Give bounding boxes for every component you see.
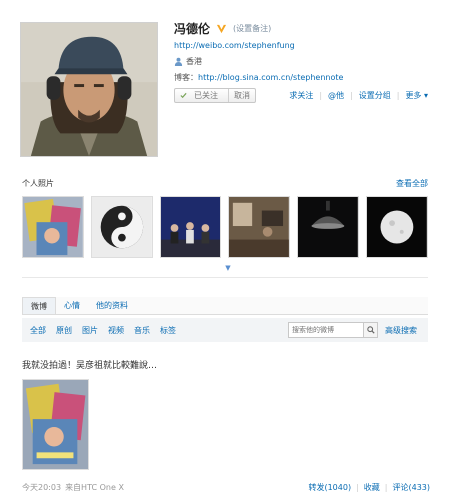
photo-thumbnail[interactable]	[22, 196, 84, 258]
photo-thumbnail[interactable]	[297, 196, 360, 258]
action-divider: |	[319, 91, 323, 100]
view-all-photos-link[interactable]: 查看全部	[396, 178, 428, 189]
filter-images[interactable]: 图片	[82, 325, 98, 336]
favorite-link[interactable]: 收藏	[364, 482, 380, 493]
action-divider: |	[356, 483, 359, 492]
advanced-search-link[interactable]: 高级搜索	[385, 325, 417, 336]
photo-thumbnail[interactable]	[228, 196, 291, 258]
post-image[interactable]	[22, 379, 89, 470]
chevron-down-icon: ▾	[423, 91, 428, 100]
followed-label: 已关注	[194, 91, 218, 100]
more-label: 更多	[405, 91, 422, 100]
follow-status-group: 已关注 取消	[174, 88, 256, 103]
moon-ball-image	[367, 197, 427, 257]
check-icon	[180, 92, 187, 99]
indoor-room-image	[229, 197, 290, 257]
profile-name: 冯德伦	[174, 21, 211, 36]
post-actions: 转发(1040) | 收藏 | 评论(433)	[308, 482, 430, 493]
action-divider: |	[396, 91, 400, 100]
location-text: 香港	[186, 57, 202, 66]
profile-tabs: 微博 心情 他的资料	[22, 297, 428, 315]
blog-label: 博客：	[174, 73, 198, 82]
set-note-link[interactable]: (设置备注)	[233, 23, 271, 34]
profile-actions: 求关注 | @他 | 设置分组 | 更多 ▾	[289, 90, 428, 101]
mention-link[interactable]: @他	[328, 90, 344, 101]
profile-avatar[interactable]	[20, 22, 158, 157]
search-input[interactable]	[289, 323, 363, 337]
followed-button[interactable]: 已关注	[175, 89, 228, 102]
post-time[interactable]: 今天20:03	[22, 482, 61, 493]
photo-thumbnail[interactable]	[159, 196, 222, 258]
location-row: 香港	[174, 56, 202, 67]
blog-row: 博客：http://blog.sina.com.cn/stephennote	[174, 72, 343, 83]
filter-videos[interactable]: 视频	[108, 325, 124, 336]
photos-title: 个人照片	[22, 179, 54, 188]
avatar-photo	[21, 23, 157, 156]
tab-weibo[interactable]: 微博	[22, 297, 56, 314]
dark-lamp-image	[298, 197, 359, 257]
search-button[interactable]	[363, 323, 377, 337]
comment-link[interactable]: 评论(433)	[392, 482, 430, 493]
action-divider: |	[350, 91, 353, 100]
filter-tags[interactable]: 标签	[160, 325, 176, 336]
post-meta: 今天20:03 来自HTC One X	[22, 482, 124, 493]
photos-strip	[22, 196, 428, 258]
profile-name-row: 冯德伦 (设置备注)	[174, 20, 271, 36]
stage-panel-image	[160, 197, 221, 257]
post-source: 来自HTC One X	[65, 483, 124, 492]
filter-all[interactable]: 全部	[30, 325, 46, 336]
request-follow-link[interactable]: 求关注	[289, 90, 313, 101]
search-icon	[366, 326, 375, 334]
magazine-stack-image	[23, 197, 83, 257]
magazine-photo-image	[23, 380, 88, 469]
set-group-link[interactable]: 设置分组	[359, 90, 391, 101]
filter-music[interactable]: 音乐	[134, 325, 150, 336]
photo-thumbnail[interactable]	[90, 196, 153, 258]
more-menu[interactable]: 更多 ▾	[405, 90, 428, 101]
action-divider: |	[384, 483, 388, 492]
tab-profile-info[interactable]: 他的资料	[88, 297, 136, 314]
expand-photos-chevron-icon[interactable]: ▼	[222, 264, 234, 272]
photo-thumbnail[interactable]	[366, 196, 428, 258]
sculpture-image	[91, 197, 152, 257]
repost-link[interactable]: 转发(1040)	[308, 482, 351, 493]
photos-divider	[22, 277, 428, 278]
person-icon	[174, 57, 183, 66]
tab-mood[interactable]: 心情	[56, 297, 88, 314]
blog-url-link[interactable]: http://blog.sina.com.cn/stephennote	[198, 73, 343, 82]
weibo-url-link[interactable]: http://weibo.com/stephenfung	[174, 41, 295, 50]
unfollow-button[interactable]: 取消	[229, 89, 255, 102]
verified-badge-icon[interactable]	[216, 23, 227, 34]
weibo-search	[288, 322, 378, 338]
post-text: 我就没拍過！吴彦祖就比較難說…	[22, 361, 158, 371]
filter-original[interactable]: 原创	[56, 325, 72, 336]
